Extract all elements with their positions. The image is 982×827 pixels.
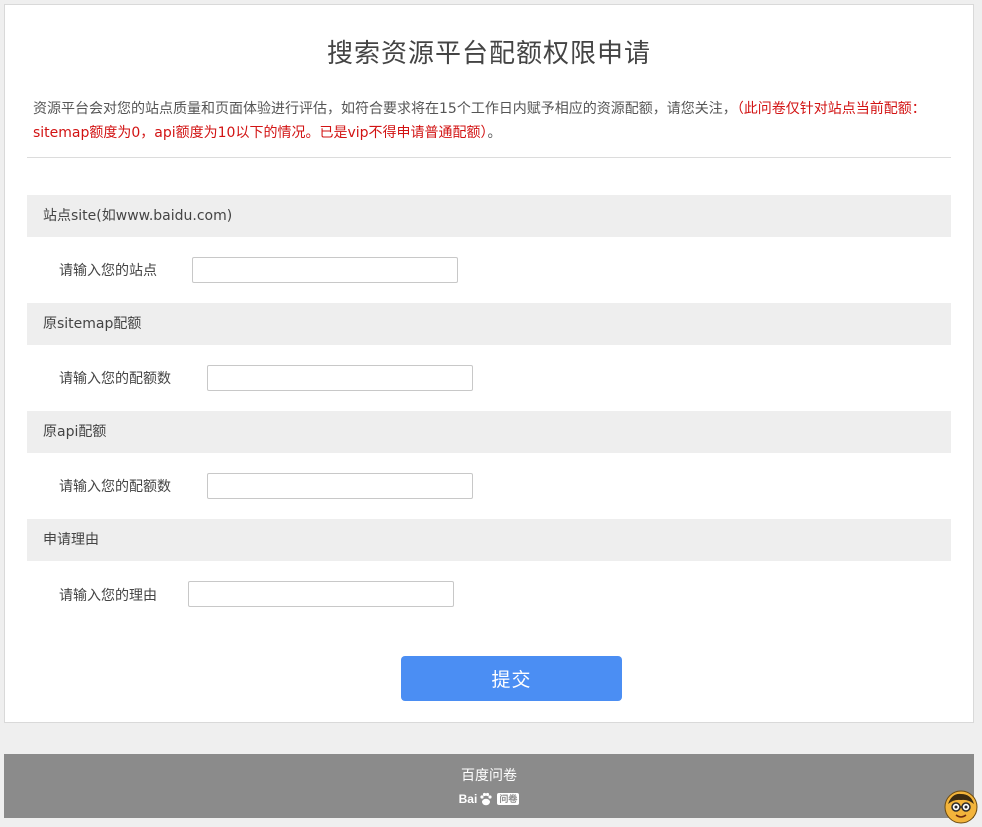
site-input[interactable] xyxy=(192,257,458,283)
field-label-api: 请输入您的配额数 xyxy=(59,479,171,495)
page-title: 搜索资源平台配额权限申请 xyxy=(326,39,651,69)
footer: 百度问卷 Bai 问卷 xyxy=(4,754,974,818)
logo-suffix: 问卷 xyxy=(497,793,520,805)
footer-title[interactable]: 百度问卷 xyxy=(4,765,974,785)
section-sitemap: 原sitemap配额 xyxy=(27,303,951,345)
section-site: 站点site(如www.baidu.com) xyxy=(27,195,951,237)
baidu-logo[interactable]: Bai 问卷 xyxy=(4,792,974,806)
section-api: 原api配额 xyxy=(27,411,951,453)
section-reason: 申请理由 xyxy=(27,519,951,561)
survey-card: 搜索资源平台配额权限申请 资源平台会对您的站点质量和页面体验进行评估，如符合要求… xyxy=(4,4,974,723)
logo-text: Bai xyxy=(458,792,478,806)
intro-text: 资源平台会对您的站点质量和页面体验进行评估，如符合要求将在15个工作日内赋予相应… xyxy=(33,97,955,145)
sitemap-quota-input[interactable] xyxy=(207,365,473,391)
reason-input[interactable] xyxy=(188,581,454,607)
divider xyxy=(27,157,951,158)
api-quota-input[interactable] xyxy=(207,473,473,499)
intro-tail: 。 xyxy=(487,125,502,141)
field-label-site: 请输入您的站点 xyxy=(59,263,157,279)
mascot-avatar-icon[interactable] xyxy=(944,790,978,824)
field-label-reason: 请输入您的理由 xyxy=(59,588,157,604)
submit-button[interactable]: 提交 xyxy=(401,656,622,701)
paw-icon xyxy=(480,792,492,806)
intro-main: 资源平台会对您的站点质量和页面体验进行评估，如符合要求将在15个工作日内赋予相应… xyxy=(33,101,737,117)
field-label-sitemap: 请输入您的配额数 xyxy=(59,371,171,387)
